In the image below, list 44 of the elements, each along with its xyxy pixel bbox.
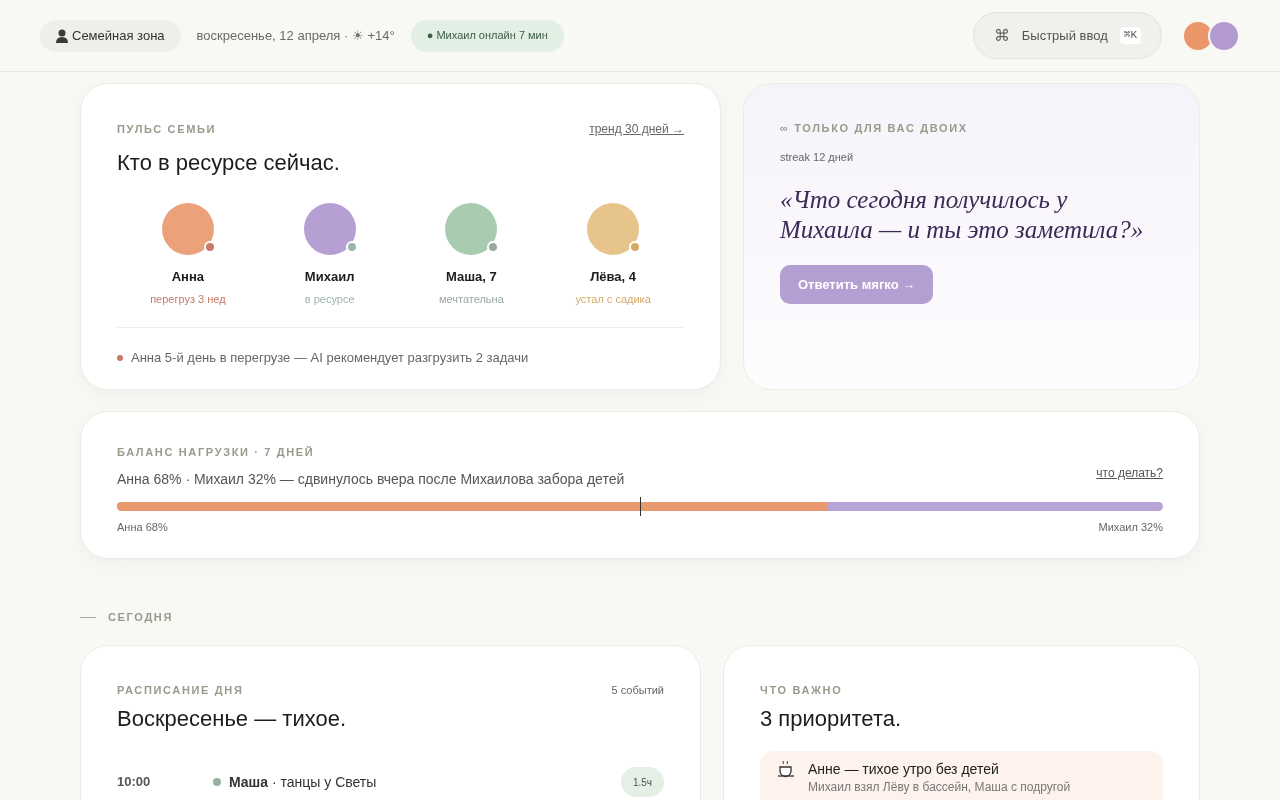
person-icon <box>56 28 68 43</box>
card-title: 3 приоритета. <box>760 705 903 733</box>
shortcut-key: ⌘K <box>1119 27 1141 44</box>
member-name: Маша, 7 <box>446 268 497 286</box>
section-eyebrow: ∞ ТОЛЬКО ДЛЯ ВАС ДВОИХ <box>780 121 969 136</box>
event-title: Маша · танцы у Светы <box>229 772 377 792</box>
section-heading: СЕГОДНЯ <box>108 610 174 625</box>
question-text: «Что сегодня получилось у Михаила — и ты это заметила?» <box>780 185 1145 245</box>
duration-badge: 1.5ч <box>620 767 664 797</box>
section-eyebrow: ЧТО ВАЖНО <box>760 682 844 698</box>
member-name: Анна <box>171 268 205 286</box>
event-count: 5 событий <box>611 682 664 698</box>
member-status: в ресурсе <box>304 291 355 307</box>
member-status: мечтательна <box>438 291 504 307</box>
member-status: устал с садика <box>575 291 651 307</box>
what-to-do-link[interactable]: что делать? <box>1096 463 1163 482</box>
member-avatar[interactable] <box>445 203 498 255</box>
member-status: перегруз 3 нед <box>150 291 226 307</box>
member-name: Михаил <box>304 268 355 286</box>
quick-input-button[interactable]: ⌘ Быстрый ввод ⌘K <box>972 12 1162 59</box>
date-weather: воскресенье, 12 апреля · ☀ +14° <box>196 26 395 45</box>
member-avatar[interactable] <box>303 203 356 255</box>
midpoint-marker <box>640 496 641 516</box>
card-title: Воскресенье — тихое. <box>117 705 347 733</box>
bar-label: Михаил 32% <box>1098 519 1163 535</box>
member-name: Лёва, 4 <box>590 268 637 286</box>
section-eyebrow: ПУЛЬС СЕМЬИ <box>117 121 217 137</box>
section-eyebrow: БАЛАНС НАГРУЗКИ · 7 ДНЕЙ <box>117 445 316 460</box>
alert-text: Анна 5-й день в перегрузе — AI рекомендует разгрузить 2 задачи <box>131 349 529 367</box>
presence-badge: ● Михаил онлайн 7 мин <box>410 19 564 52</box>
priority-subtitle: Михаил взял Лёву в бассейн, Маша с подругой <box>808 780 1071 794</box>
section-eyebrow: РАСПИСАНИЕ ДНЯ <box>117 682 244 698</box>
event-time: 10:00 <box>117 773 152 792</box>
streak-text: streak 12 дней <box>780 149 855 165</box>
priority-title: Анне — тихое утро без детей <box>808 760 1000 779</box>
zone-chip[interactable]: Семейная зона <box>40 19 181 52</box>
member-avatar[interactable] <box>587 203 640 255</box>
card-title: Кто в ресурсе сейчас. <box>117 149 341 177</box>
trend-link[interactable]: тренд 30 дней → <box>589 120 684 138</box>
priority-item[interactable]: Анне — тихое утро без детей Михаил взял Лёву в бассейн, Маша с подругой <box>760 751 1163 800</box>
balance-summary: Анна 68% · Михаил 32% — сдвинулось вчера после Михаилова забора детей <box>117 469 625 489</box>
member-avatar[interactable] <box>161 203 214 255</box>
cup-icon <box>776 759 796 779</box>
bar-label: Анна 68% <box>117 519 168 535</box>
